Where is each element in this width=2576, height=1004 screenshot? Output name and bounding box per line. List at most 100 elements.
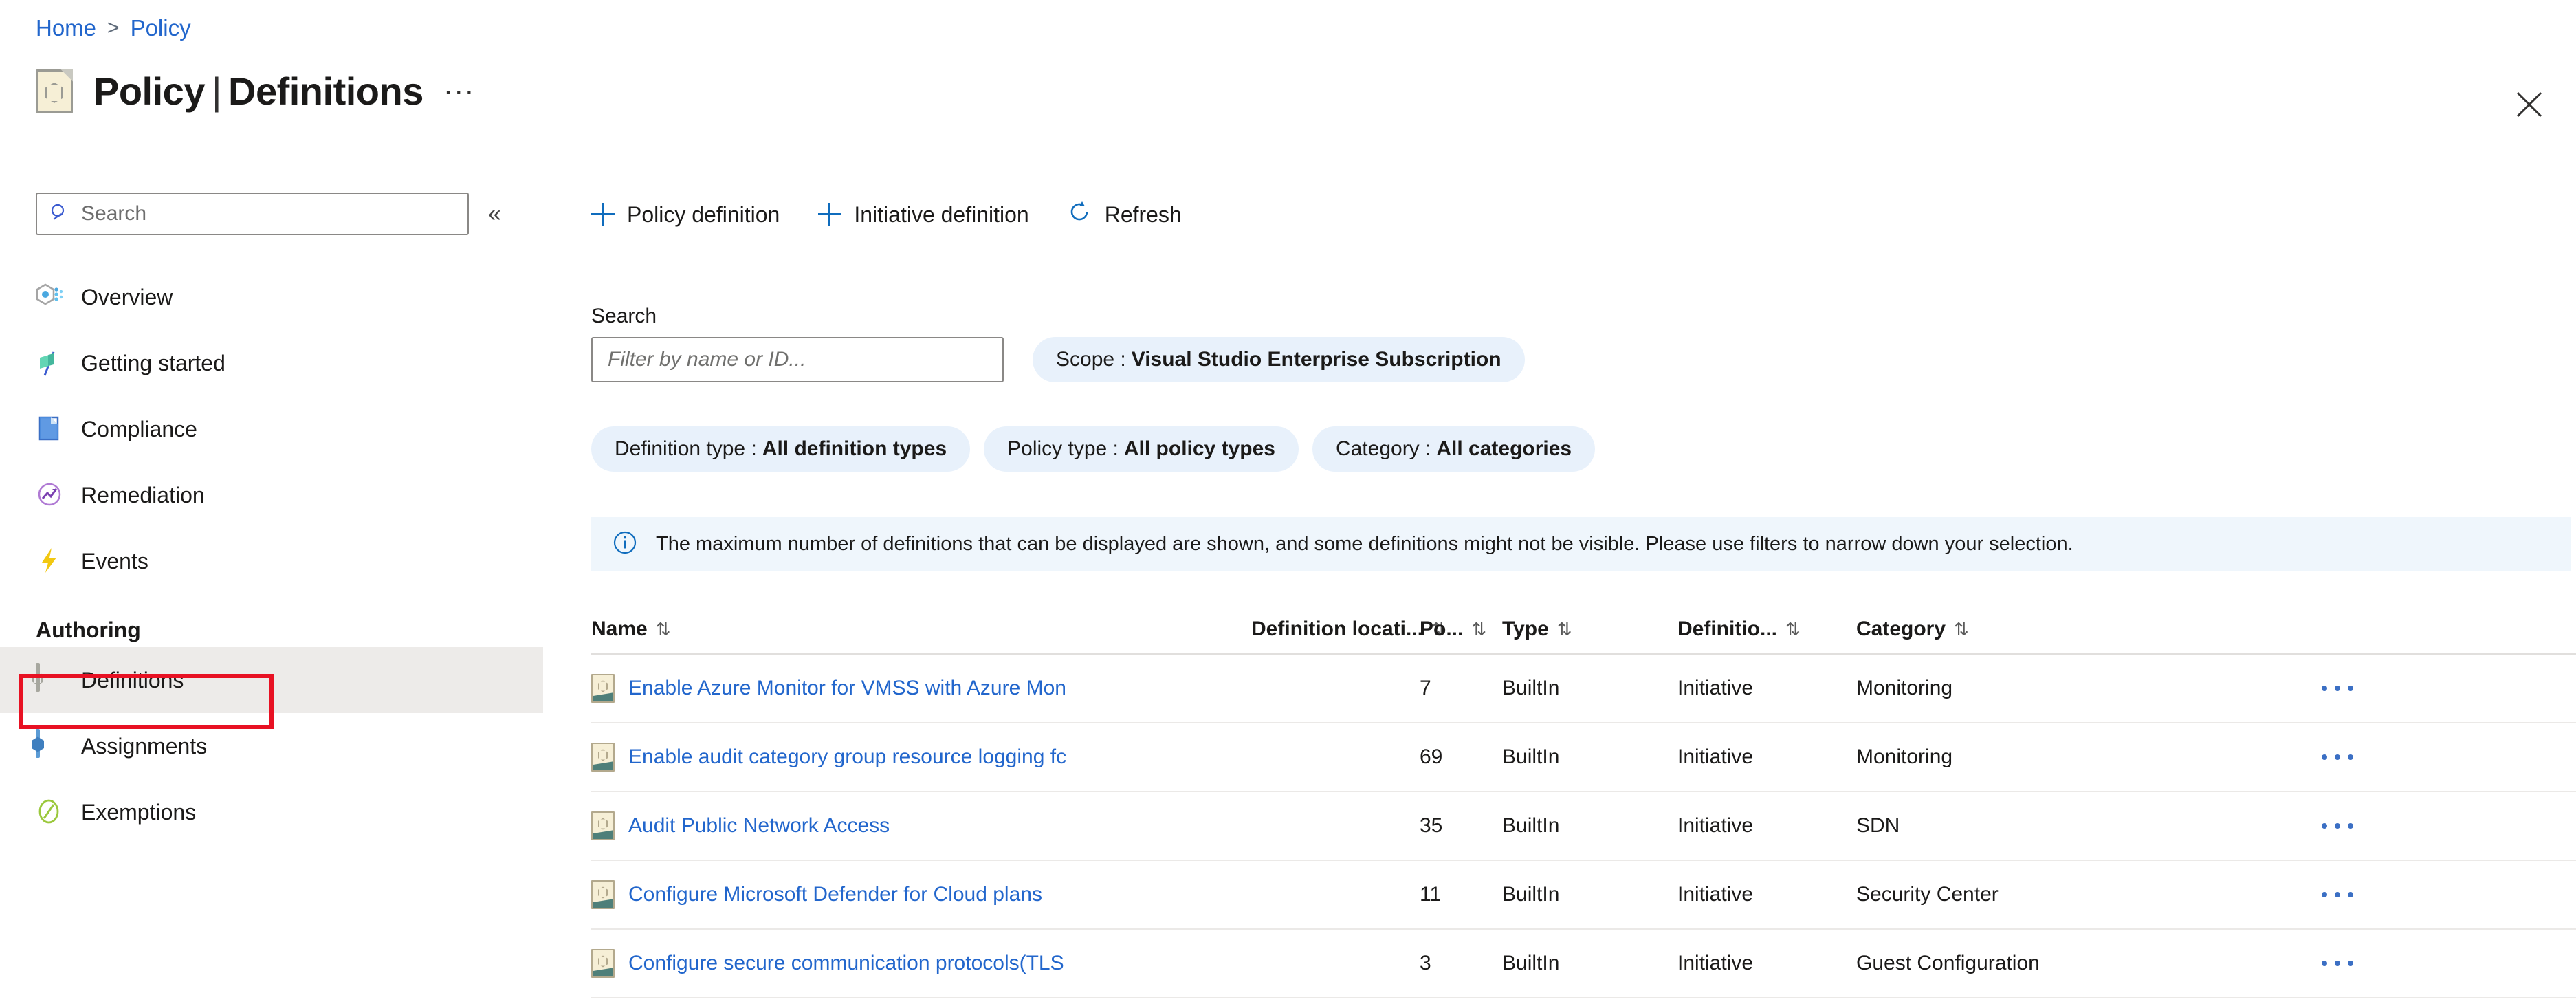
scope-filter-key: Scope : (1056, 348, 1126, 371)
sidebar-search-input[interactable]: Search (36, 193, 469, 235)
breadcrumb-home[interactable]: Home (36, 15, 96, 41)
breadcrumb-separator-icon: > (107, 17, 120, 39)
category-value: All categories (1436, 437, 1572, 460)
sidebar-item-label: Getting started (81, 350, 225, 375)
sidebar-item-label: Events (81, 548, 148, 574)
row-menu-button[interactable] (2282, 754, 2392, 760)
cell-name: Configure secure communication protocols… (591, 949, 1251, 978)
add-policy-definition-button[interactable]: Policy definition (591, 202, 780, 228)
category-filter-pill[interactable]: Category : All categories (1312, 426, 1596, 472)
column-header-label: Po... (1420, 618, 1464, 640)
row-menu-button[interactable] (2282, 892, 2392, 897)
table-row[interactable]: Enable audit category group resource log… (591, 723, 2576, 792)
cell-definition-type: Initiative (1677, 883, 1754, 906)
definition-name-link[interactable]: Configure secure communication protocols… (628, 952, 1064, 975)
sidebar-item-remediation[interactable]: Remediation (0, 462, 543, 528)
sidebar-item-events[interactable]: Events (0, 528, 543, 594)
cell-type: BuiltIn (1502, 745, 1560, 768)
sidebar-item-label: Definitions (81, 667, 184, 692)
ellipsis-icon (2322, 754, 2353, 760)
definition-type-filter-pill[interactable]: Definition type : All definition types (591, 426, 971, 472)
policy-document-icon (36, 69, 73, 113)
add-policy-definition-label: Policy definition (627, 201, 780, 227)
column-header-label: Type (1502, 618, 1549, 640)
row-menu-button[interactable] (2282, 823, 2392, 829)
cell-type: BuiltIn (1502, 677, 1560, 699)
sort-icon: ⇅ (1471, 618, 1487, 640)
definition-name-link[interactable]: Configure Microsoft Defender for Cloud p… (628, 883, 1042, 906)
column-header-category[interactable]: Category ⇅ (1856, 618, 2282, 641)
filter-by-name-input[interactable]: Filter by name or ID... (591, 337, 1004, 382)
table-header-row: Name ⇅ Definition locati... ⇅ Po... ⇅ Ty… (591, 605, 2576, 655)
initiative-icon (591, 811, 615, 840)
column-header-label: Category (1856, 618, 1946, 640)
command-toolbar: Policy definition Initiative definition … (591, 199, 1182, 230)
policy-definitions-page: Home > Policy Policy | Definitions ... Sea… (0, 0, 2576, 1004)
refresh-icon (1068, 199, 1092, 230)
close-icon[interactable] (2513, 88, 2546, 121)
column-header-definition-location[interactable]: Definition locati... ⇅ (1251, 618, 1446, 641)
definition-name-link[interactable]: Enable audit category group resource log… (628, 745, 1066, 769)
cell-definition-type: Initiative (1677, 677, 1754, 699)
initiative-icon (591, 949, 615, 978)
scope-filter-pill[interactable]: Scope : Visual Studio Enterprise Subscri… (1033, 337, 1525, 382)
cell-name: Enable audit category group resource log… (591, 743, 1251, 772)
ellipsis-icon (2322, 686, 2353, 691)
cell-name: Configure Microsoft Defender for Cloud p… (591, 880, 1251, 909)
remediation-chart-icon (36, 480, 63, 510)
policy-type-filter-pill[interactable]: Policy type : All policy types (984, 426, 1299, 472)
sidebar-item-compliance[interactable]: Compliance (0, 396, 543, 462)
breadcrumb-policy[interactable]: Policy (131, 15, 191, 41)
page-more-menu-icon[interactable]: ... (444, 69, 476, 106)
sidebar-item-label: Assignments (81, 733, 208, 759)
exemptions-slash-icon (36, 797, 63, 827)
column-header-label: Definitio... (1677, 618, 1777, 640)
cell-policies: 7 (1420, 677, 1431, 699)
overview-hex-icon (36, 282, 63, 312)
table-row[interactable]: Configure Microsoft Defender for Cloud p… (591, 861, 2576, 930)
sort-icon: ⇅ (1556, 618, 1572, 640)
assignments-doc-icon (32, 729, 63, 761)
sidebar-item-exemptions[interactable]: Exemptions (0, 779, 543, 845)
add-initiative-definition-button[interactable]: Initiative definition (818, 202, 1029, 228)
definitions-table: Name ⇅ Definition locati... ⇅ Po... ⇅ Ty… (591, 605, 2576, 998)
table-row[interactable]: Configure secure communication protocols… (591, 930, 2576, 998)
sidebar-nav-list: Overview Getting started Compliance Reme… (0, 264, 543, 845)
definition-type-value: All definition types (762, 437, 947, 460)
row-menu-button[interactable] (2282, 686, 2392, 691)
column-header-policies[interactable]: Po... ⇅ (1420, 618, 1502, 641)
info-banner: The maximum number of definitions that c… (591, 517, 2571, 571)
page-title-row: Policy | Definitions ... (36, 69, 476, 113)
column-header-name[interactable]: Name ⇅ (591, 618, 1251, 641)
sidebar-search-row: Search « (0, 193, 543, 235)
initiative-icon (591, 880, 615, 909)
sidebar-item-label: Remediation (81, 482, 205, 508)
cell-type: BuiltIn (1502, 952, 1560, 974)
cell-name: Enable Azure Monitor for VMSS with Azure… (591, 674, 1251, 703)
definition-name-link[interactable]: Audit Public Network Access (628, 814, 890, 838)
column-header-type[interactable]: Type ⇅ (1502, 618, 1677, 641)
sort-icon: ⇅ (1785, 618, 1801, 640)
breadcrumb: Home > Policy (36, 15, 191, 41)
cell-name: Audit Public Network Access (591, 811, 1251, 840)
row-menu-button[interactable] (2282, 961, 2392, 966)
cell-definition-type: Initiative (1677, 952, 1754, 974)
column-header-definition-type[interactable]: Definitio... ⇅ (1677, 618, 1856, 641)
refresh-button[interactable]: Refresh (1068, 199, 1182, 230)
sidebar-item-getting-started[interactable]: Getting started (0, 330, 543, 396)
definition-name-link[interactable]: Enable Azure Monitor for VMSS with Azure… (628, 677, 1066, 700)
sidebar-item-label: Compliance (81, 416, 197, 441)
sidebar-item-overview[interactable]: Overview (0, 264, 543, 330)
sort-icon: ⇅ (655, 618, 671, 640)
ellipsis-icon (2322, 892, 2353, 897)
sidebar-item-definitions[interactable]: Definitions (0, 647, 543, 713)
page-title-divider: | (211, 69, 222, 113)
sidebar-item-assignments[interactable]: Assignments (0, 713, 543, 779)
cell-policies: 11 (1420, 883, 1442, 906)
filter-row-secondary: Definition type : All definition types P… (591, 426, 1596, 472)
table-row[interactable]: Audit Public Network Access 35 BuiltIn I… (591, 792, 2576, 861)
cell-type: BuiltIn (1502, 883, 1560, 906)
table-row[interactable]: Enable Azure Monitor for VMSS with Azure… (591, 655, 2576, 723)
sidebar-collapse-icon[interactable]: « (481, 199, 508, 228)
cell-type: BuiltIn (1502, 814, 1560, 837)
